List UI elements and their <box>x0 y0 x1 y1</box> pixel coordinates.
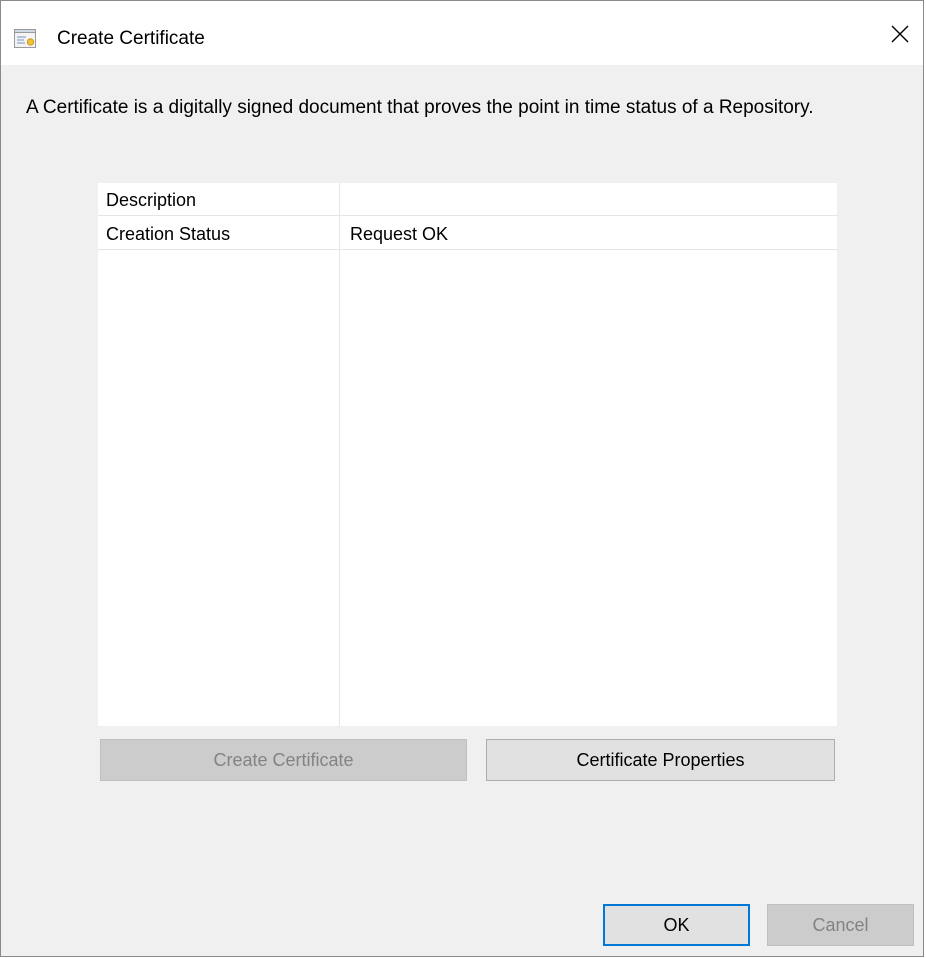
property-row-creation-status[interactable]: Creation Status Request OK <box>98 217 837 250</box>
property-value[interactable]: Request OK <box>350 223 448 245</box>
property-key: Description <box>106 190 197 210</box>
cancel-button[interactable]: Cancel <box>767 904 914 946</box>
ok-button[interactable]: OK <box>603 904 750 946</box>
title-bar: Create Certificate <box>1 1 923 65</box>
close-button[interactable] <box>877 13 923 59</box>
property-row-description[interactable]: Description <box>98 183 837 216</box>
properties-grid[interactable]: Description Creation Status Request OK <box>98 183 837 726</box>
column-divider <box>339 183 340 726</box>
close-icon <box>890 24 910 49</box>
create-certificate-button[interactable]: Create Certificate <box>100 739 467 781</box>
property-key: Creation Status <box>106 224 231 244</box>
intro-description: A Certificate is a digitally signed docu… <box>26 97 814 118</box>
window-title: Create Certificate <box>57 28 205 49</box>
certificate-properties-button[interactable]: Certificate Properties <box>486 739 835 781</box>
dialog-window: Create Certificate A Certificate is a di… <box>0 0 924 957</box>
certificate-icon <box>14 29 36 48</box>
